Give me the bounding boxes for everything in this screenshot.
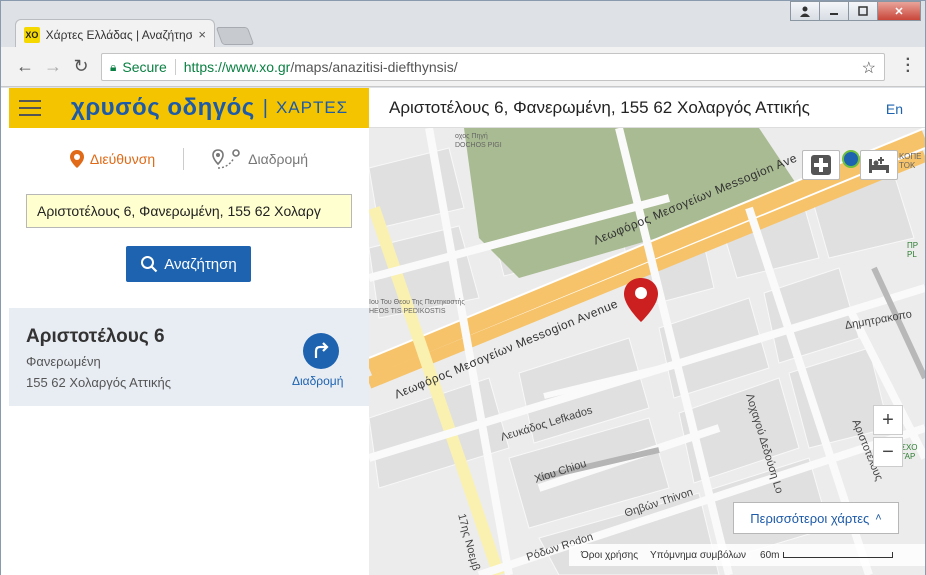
hamburger-menu-icon[interactable] bbox=[9, 88, 49, 128]
route-button-label[interactable]: Διαδρομή bbox=[292, 374, 343, 388]
xo-favicon-icon: XO bbox=[24, 26, 40, 43]
location-pin-icon bbox=[69, 150, 84, 168]
brand-logo[interactable]: χρυσός οδηγός bbox=[71, 94, 255, 122]
tab-active[interactable]: XO Χάρτες Ελλάδας | Αναζήτηση × bbox=[15, 19, 215, 49]
tab-title: Χάρτες Ελλάδας | Αναζήτηση bbox=[45, 27, 193, 42]
poi-pigi[interactable]: οχος Πηγή DOCHOS PIGI bbox=[455, 132, 502, 150]
terms-link[interactable]: Όροι χρήσης bbox=[581, 550, 638, 561]
poi-church[interactable]: Ιου Του Θεου Της Πεντηκοστής HEOS TIS PED… bbox=[369, 298, 465, 316]
mode-tabs: Διεύθυνση Διαδρομή bbox=[9, 128, 369, 190]
poi-pigi-el: οχος Πηγή bbox=[455, 133, 488, 140]
search-button[interactable]: Αναζήτηση bbox=[126, 246, 251, 282]
result-title: Αριστοτέλους 6 bbox=[26, 326, 165, 347]
poi-green-top[interactable]: ΠΡ PL bbox=[907, 241, 918, 259]
brand-bar: χρυσός οδηγός | ΧΑΡΤΕΣ bbox=[9, 88, 369, 128]
bookmark-star-icon[interactable]: ☆ bbox=[862, 58, 876, 78]
hotel-layer-button[interactable] bbox=[860, 150, 898, 180]
poi-right[interactable]: ΚΟΠΕ ΤΟΚ bbox=[899, 152, 921, 170]
address-search-input[interactable] bbox=[26, 194, 352, 228]
minimize-icon[interactable] bbox=[819, 1, 849, 21]
poi-green1: ΠΡ bbox=[907, 241, 919, 250]
search-result-card[interactable]: Αριστοτέλους 6 Φανερωμένη 155 62 Χολαργό… bbox=[9, 308, 369, 406]
tab-route-label: Διαδρομή bbox=[248, 151, 309, 167]
poi-green4: ΓΑΡ bbox=[901, 452, 916, 461]
route-icon bbox=[212, 149, 240, 169]
browser-menu-icon[interactable]: · · · bbox=[906, 52, 911, 80]
search-button-label: Αναζήτηση bbox=[164, 255, 237, 273]
zoom-out-button[interactable]: − bbox=[873, 437, 903, 467]
language-switch[interactable]: En bbox=[886, 101, 903, 117]
brand-subtitle: ΧΑΡΤΕΣ bbox=[275, 98, 349, 117]
url-host: https://www.xo.gr bbox=[183, 59, 291, 75]
close-tab-icon[interactable]: × bbox=[198, 27, 206, 42]
zoom-in-button[interactable]: + bbox=[873, 405, 903, 435]
reload-icon[interactable]: ↻ bbox=[67, 56, 95, 77]
map-panel[interactable]: Αριστοτέλους 6, Φανερωμένη, 155 62 Χολαρ… bbox=[369, 88, 925, 575]
map-footer: Όροι χρήσης Υπόμνημα συμβόλων 60m bbox=[569, 544, 925, 566]
result-postcode-city: 155 62 Χολαργός Αττικής bbox=[26, 375, 171, 390]
address-bar[interactable]: 🔒︎ Secure https://www.xo.gr/maps/anaziti… bbox=[101, 53, 885, 81]
hospital-layer-button[interactable] bbox=[802, 150, 840, 180]
scale-label: 60m bbox=[760, 549, 780, 561]
poi-right2: ΤΟΚ bbox=[899, 161, 916, 170]
route-button[interactable] bbox=[303, 333, 339, 369]
poi-church-en: HEOS TIS PEDIKOSTIS bbox=[369, 308, 446, 315]
tab-address-label: Διεύθυνση bbox=[89, 151, 156, 167]
tab-strip: XO Χάρτες Ελλάδας | Αναζήτηση × ✕ bbox=[1, 1, 925, 49]
result-area: Φανερωμένη bbox=[26, 354, 101, 369]
window-controls: ✕ bbox=[790, 1, 921, 21]
poi-green2: PL bbox=[907, 250, 917, 259]
omnibox-divider bbox=[174, 59, 176, 75]
page-content: χρυσός οδηγός | ΧΑΡΤΕΣ Διεύθυνση Διαδρομ… bbox=[1, 88, 925, 575]
legend-link[interactable]: Υπόμνημα συμβόλων bbox=[650, 550, 746, 561]
sidebar: χρυσός οδηγός | ΧΑΡΤΕΣ Διεύθυνση Διαδρομ… bbox=[9, 88, 369, 575]
secure-label: Secure bbox=[122, 59, 167, 75]
map-header-address: Αριστοτέλους 6, Φανερωμένη, 155 62 Χολαρ… bbox=[389, 97, 810, 117]
search-icon bbox=[141, 256, 158, 273]
more-maps-button[interactable]: Περισσότεροι χάρτες ˄ bbox=[733, 502, 899, 534]
url-path: /maps/anazitisi-diefthynsis/ bbox=[290, 59, 458, 75]
turn-right-arrow-icon bbox=[314, 342, 329, 358]
brand-separator: | bbox=[262, 96, 268, 119]
transit-icon[interactable] bbox=[842, 150, 860, 168]
poi-green-bottom[interactable]: ΣΧΟ ΓΑΡ bbox=[901, 443, 918, 461]
browser-toolbar: ← → ↻ 🔒︎ Secure https://www.xo.gr/maps/a… bbox=[1, 47, 925, 87]
tab-route[interactable]: Διαδρομή bbox=[212, 148, 308, 170]
scale-bar-line bbox=[783, 552, 894, 558]
bed-icon bbox=[869, 157, 889, 173]
lock-icon: 🔒︎ bbox=[110, 59, 117, 74]
scale-bar: 60m bbox=[760, 549, 894, 561]
poi-green3: ΣΧΟ bbox=[901, 443, 918, 452]
chevron-up-icon: ˄ bbox=[875, 512, 882, 524]
close-icon[interactable]: ✕ bbox=[877, 1, 921, 21]
map-header: Αριστοτέλους 6, Φανερωμένη, 155 62 Χολαρ… bbox=[369, 88, 925, 128]
poi-pigi-en: DOCHOS PIGI bbox=[455, 142, 502, 149]
poi-church-el: Ιου Του Θεου Της Πεντηκοστής bbox=[369, 299, 465, 306]
user-icon[interactable] bbox=[790, 1, 820, 21]
forward-icon[interactable]: → bbox=[39, 56, 67, 77]
mode-divider bbox=[183, 148, 185, 170]
poi-right1: ΚΟΠΕ bbox=[899, 152, 922, 161]
medical-cross-icon bbox=[811, 155, 831, 175]
browser-window: XO Χάρτες Ελλάδας | Αναζήτηση × ✕ ← → ↻ … bbox=[0, 0, 926, 575]
more-maps-label: Περισσότεροι χάρτες bbox=[750, 510, 870, 526]
maximize-icon[interactable] bbox=[848, 1, 878, 21]
new-tab-button[interactable] bbox=[215, 27, 255, 45]
location-marker-icon[interactable] bbox=[623, 278, 659, 322]
tab-address[interactable]: Διεύθυνση bbox=[69, 150, 156, 168]
back-icon[interactable]: ← bbox=[11, 56, 39, 77]
